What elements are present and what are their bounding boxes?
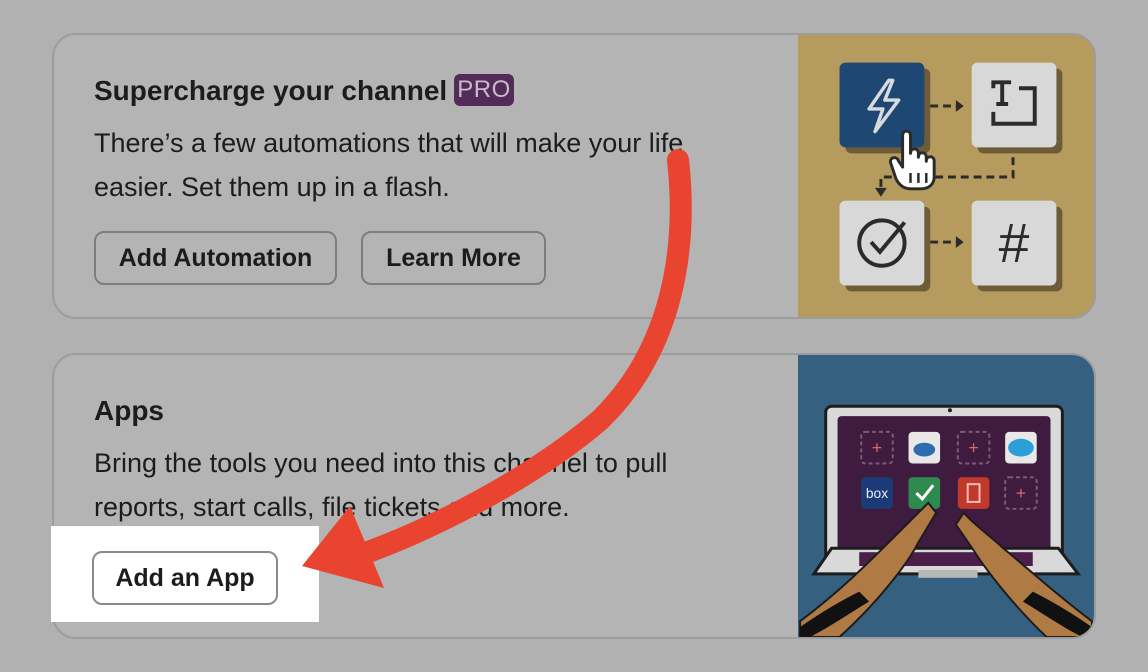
automations-description: There’s a few automations that will make… xyxy=(94,128,684,202)
svg-text:+: + xyxy=(968,438,978,458)
svg-text:+: + xyxy=(872,438,882,458)
automations-card: Supercharge your channel PRO There’s a f… xyxy=(52,33,1096,319)
add-automation-button[interactable]: Add Automation xyxy=(94,231,337,285)
learn-more-button[interactable]: Learn More xyxy=(361,231,546,285)
svg-text:+: + xyxy=(1016,483,1026,503)
apps-illustration: + + + box xyxy=(798,355,1094,637)
check-circle-icon xyxy=(839,200,925,286)
text-icon xyxy=(971,62,1057,148)
apps-description: Bring the tools you need into this chann… xyxy=(94,448,668,522)
add-app-button[interactable]: Add an App xyxy=(92,551,278,605)
apps-title: Apps xyxy=(94,395,164,426)
add-app-highlight: Add an App xyxy=(51,526,319,622)
svg-text:#: # xyxy=(999,212,1030,274)
pro-badge: PRO xyxy=(454,74,514,106)
automations-title: Supercharge your channel xyxy=(94,75,448,106)
hashtag-icon: # xyxy=(971,200,1057,286)
automation-illustration: # xyxy=(798,35,1094,317)
svg-text:box: box xyxy=(866,486,888,501)
